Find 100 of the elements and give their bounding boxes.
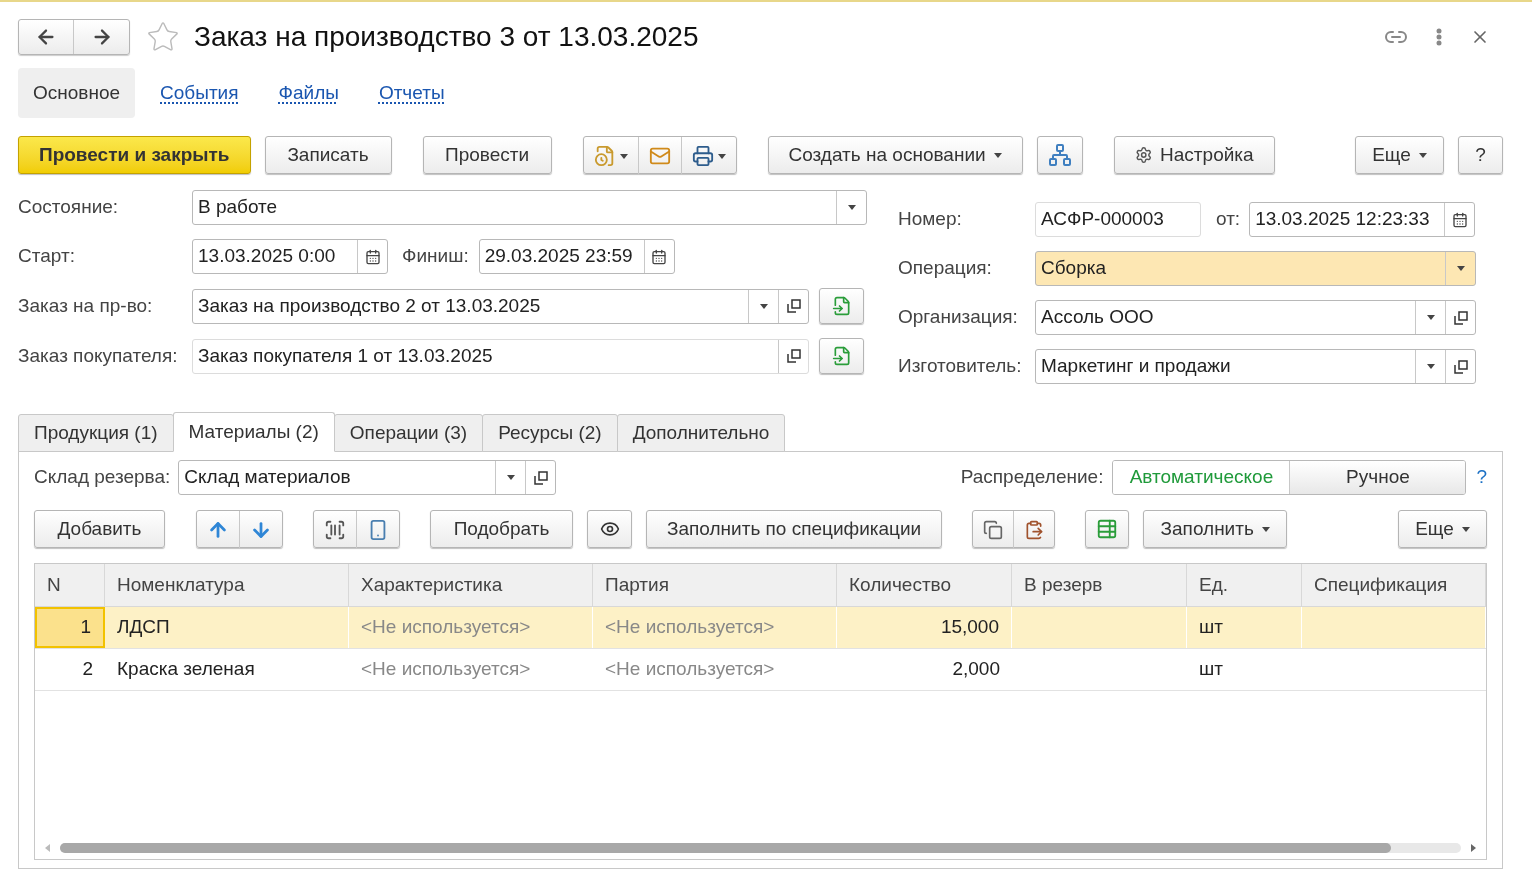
distribution-option[interactable]: Ручное [1289,461,1466,494]
gear-icon [1134,144,1153,166]
copy-icon [983,520,1004,540]
dropdown-arrow-icon [847,205,856,210]
help-button[interactable]: ? [1458,136,1503,174]
scroll-left-icon [45,844,50,852]
field-label: Организация: [898,305,1019,330]
field-label: Склад резерва: [34,465,171,490]
structure-icon [1047,143,1072,167]
table-cell-text: <Не используется> [361,615,531,640]
content-tab[interactable]: Дополнительно [616,414,786,452]
content-tab[interactable]: Продукция (1) [18,414,174,452]
organization-field[interactable]: Ассоль ООО [1035,300,1476,335]
field-label: Старт: [18,244,76,269]
dropdown-arrow-icon [1426,315,1435,320]
clipboard-icon [1024,520,1045,540]
open-window-icon [786,349,801,363]
view-button[interactable] [587,510,632,548]
content-tab[interactable]: Операции (3) [333,414,484,452]
more-icon [1436,28,1442,46]
dropdown-arrow-icon [619,153,628,159]
table-fill-button[interactable] [1085,510,1130,548]
field-label: от: [1216,208,1241,230]
warehouse-field[interactable]: Склад материалов [178,460,557,495]
table-cell-text: <Не используется> [605,657,775,682]
dropdown-arrow-icon [717,153,726,159]
dropdown-arrow-icon [1418,152,1427,158]
content-tab[interactable]: Материалы (2) [172,412,335,452]
structure-button[interactable] [1036,136,1083,174]
table-cell-text: шт [1199,615,1223,640]
table-row[interactable]: 1 ЛДСП <Не используется> <Не используется> 15,000 шт [35,607,1486,649]
column-header[interactable]: Ед. [1187,564,1302,606]
column-header[interactable]: N [35,564,105,606]
pick-button[interactable]: Подобрать [430,510,573,548]
table-cell-text: Краска зеленая [117,657,255,682]
content-tab[interactable]: Ресурсы (2) [482,414,618,452]
dropdown-arrow-icon [993,152,1002,158]
manufacturer-field[interactable]: Маркетинг и продажи [1035,349,1476,384]
dropdown-arrow-icon [506,475,515,480]
finish-date-field[interactable]: 29.03.2025 23:59 [478,239,675,274]
field-label: Изготовитель: [898,354,1023,379]
fill-from-button[interactable] [819,288,864,324]
more-button[interactable]: Еще [1355,136,1444,174]
document-arrow-icon [831,296,852,316]
save-button[interactable]: Записать [264,136,392,174]
nav-tab[interactable]: Основное [18,68,136,118]
number-field[interactable]: АСФР-000003 [1035,202,1201,237]
customer-order-field[interactable]: Заказ покупателя 1 от 13.03.2025 [192,338,809,374]
table-more-button[interactable]: Еще [1398,510,1487,548]
field-label: Состояние: [18,195,120,220]
field-label: Номер: [898,207,963,232]
create-based-on-button[interactable]: Создать на основании [767,136,1023,174]
nav-tab[interactable]: События [145,68,254,118]
post-button[interactable]: Провести [422,136,552,174]
menu-button[interactable] [1436,28,1442,46]
open-window-icon [1453,310,1468,325]
column-header[interactable]: Партия [593,564,837,606]
start-date-field[interactable]: 13.03.2025 0:00 [192,239,388,274]
table-cell-text: ЛДСП [117,615,170,640]
dropdown-arrow-icon [1426,364,1435,369]
printer-icon [691,145,714,167]
calendar-icon [364,248,381,265]
calendar-icon [651,248,668,265]
window-title: Заказ на производство 3 от 13.03.2025 [194,20,699,54]
dropdown-arrow-icon [1261,526,1270,532]
document-clock-icon [593,145,616,167]
envelope-icon [648,145,671,167]
add-button[interactable]: Добавить [34,510,165,548]
scroll-right-icon [1471,844,1476,852]
column-header[interactable]: Количество [837,564,1012,606]
table-cell-text: <Не используется> [605,615,775,640]
fill-from-button[interactable] [819,338,864,374]
open-window-icon [1453,359,1468,374]
post-and-close-button[interactable]: Провести и закрыть [18,136,251,174]
state-field[interactable]: В работе [192,190,867,225]
field-label: Финиш: [402,245,469,267]
fill-by-spec-button[interactable]: Заполнить по спецификации [646,510,943,548]
nav-tab[interactable]: Отчеты [363,68,460,118]
table-cell-text: 2 [82,657,93,682]
nav-tab[interactable]: Файлы [263,68,354,118]
field-label: Операция: [898,256,993,281]
table-cell-text: шт [1199,657,1223,682]
settings-button[interactable]: Настройка [1113,136,1275,174]
production-order-field[interactable]: Заказ на производство 2 от 13.03.2025 [192,288,809,324]
date-field[interactable]: 13.03.2025 12:23:33 [1249,202,1476,237]
column-header[interactable]: Номенклатура [105,564,349,606]
table-icon [1096,518,1119,540]
help-link[interactable]: ? [1476,463,1487,492]
open-window-icon [533,470,548,485]
field-label: Заказ на пр-во: [18,293,154,318]
dropdown-arrow-icon [1456,266,1465,271]
operation-field[interactable]: Сборка [1035,251,1476,286]
column-header[interactable]: В резерв [1012,564,1187,606]
dropdown-arrow-icon [1461,526,1470,532]
table-cell-text: 15,000 [940,615,999,640]
barcode-icon [324,519,346,541]
fill-button[interactable]: Заполнить [1143,510,1288,548]
column-header[interactable]: Спецификация [1302,564,1486,606]
calendar-icon [1451,211,1468,228]
column-header[interactable]: Характеристика [349,564,593,606]
